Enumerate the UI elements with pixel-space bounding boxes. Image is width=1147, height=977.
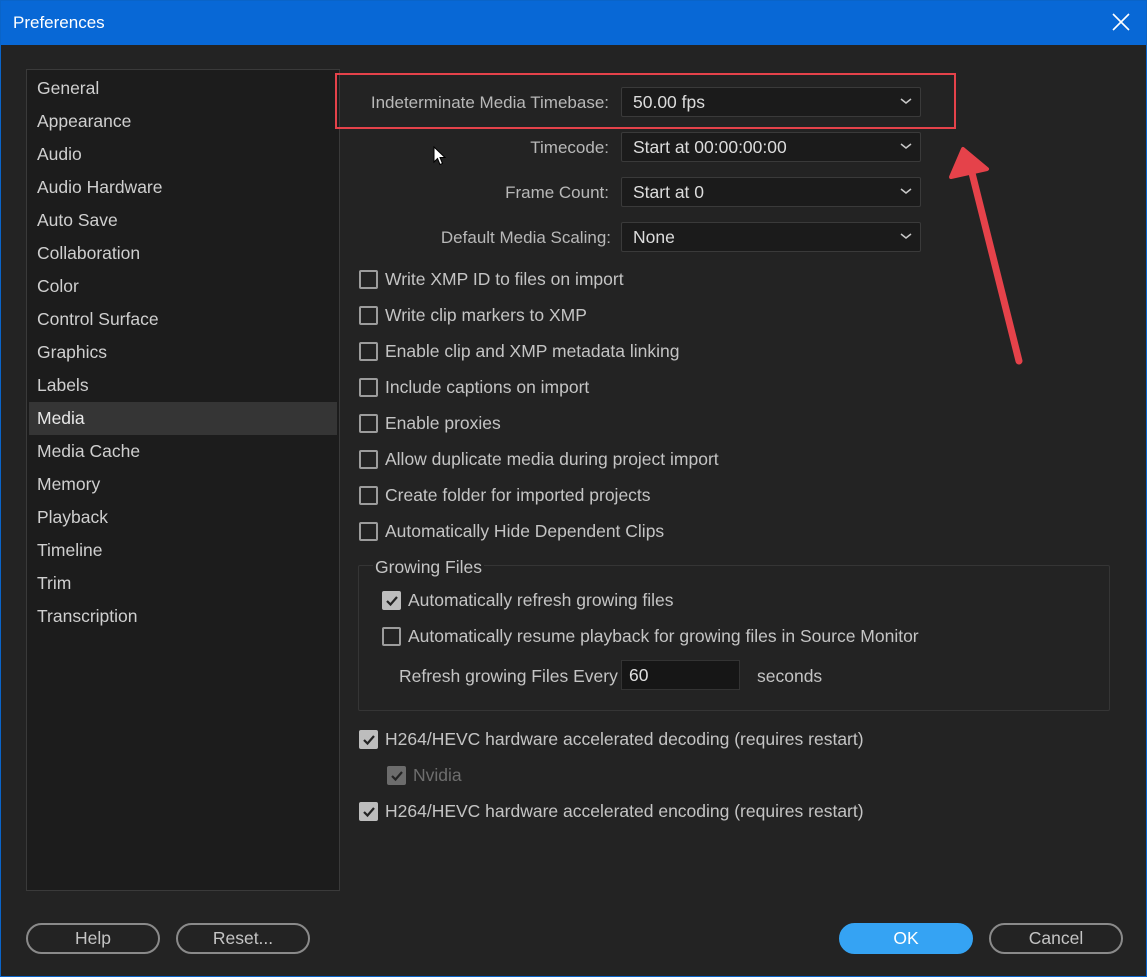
checkbox-box[interactable] (382, 591, 401, 610)
checkbox-box[interactable] (359, 522, 378, 541)
chevron-down-icon (900, 143, 912, 149)
checkmark-icon (391, 771, 403, 782)
sidebar-item-media[interactable]: Media (29, 402, 337, 435)
checkbox-box[interactable] (359, 414, 378, 433)
sidebar-item-audio-hardware[interactable]: Audio Hardware (29, 171, 337, 204)
sidebar-item-graphics[interactable]: Graphics (29, 336, 337, 369)
checkbox-label: Create folder for imported projects (385, 485, 651, 505)
title-bar: Preferences (1, 1, 1146, 45)
sidebar-item-control-surface[interactable]: Control Surface (29, 303, 337, 336)
scaling-value: None (633, 227, 675, 247)
refresh-interval-label: Refresh growing Files Every (399, 666, 618, 686)
sidebar-item-appearance[interactable]: Appearance (29, 105, 337, 138)
timecode-dropdown[interactable]: Start at 00:00:00:00 (621, 132, 921, 162)
reset-button[interactable]: Reset... (176, 923, 310, 954)
sidebar-item-media-cache[interactable]: Media Cache (29, 435, 337, 468)
preferences-window: Preferences General Appearance Audio Aud… (0, 0, 1147, 977)
frame-count-value: Start at 0 (633, 182, 705, 202)
growing-files-title: Growing Files (373, 557, 484, 578)
refresh-interval-input[interactable]: 60 (621, 660, 740, 690)
annotation-highlight-box (335, 73, 956, 129)
frame-count-label: Frame Count: (505, 183, 609, 202)
checkbox-label: Enable proxies (385, 413, 501, 433)
preferences-sidebar: General Appearance Audio Audio Hardware … (26, 69, 340, 891)
timecode-value: Start at 00:00:00:00 (633, 137, 787, 157)
scaling-dropdown[interactable]: None (621, 222, 921, 252)
checkbox-label: Automatically Hide Dependent Clips (385, 521, 665, 541)
checkbox-box[interactable] (359, 450, 378, 469)
timecode-label: Timecode: (530, 138, 609, 157)
sidebar-item-general[interactable]: General (29, 72, 337, 105)
chevron-down-icon (900, 188, 912, 194)
checkbox-label: Automatically refresh growing files (408, 590, 674, 610)
frame-count-dropdown[interactable]: Start at 0 (621, 177, 921, 207)
sidebar-item-collaboration[interactable]: Collaboration (29, 237, 337, 270)
checkbox-label: Nvidia (413, 765, 462, 785)
sidebar-item-audio[interactable]: Audio (29, 138, 337, 171)
checkbox-box[interactable] (359, 378, 378, 397)
chevron-down-icon (900, 233, 912, 239)
checkmark-icon (363, 807, 375, 818)
checkbox-box[interactable] (359, 270, 378, 289)
checkbox-box[interactable] (359, 342, 378, 361)
sidebar-item-playback[interactable]: Playback (29, 501, 337, 534)
sidebar-item-color[interactable]: Color (29, 270, 337, 303)
sidebar-item-timeline[interactable]: Timeline (29, 534, 337, 567)
sidebar-item-transcription[interactable]: Transcription (29, 600, 337, 633)
checkbox-label: Enable clip and XMP metadata linking (385, 341, 680, 361)
scaling-label: Default Media Scaling: (440, 228, 611, 247)
checkbox-label: H264/HEVC hardware accelerated decoding … (385, 729, 864, 749)
checkbox-box[interactable] (359, 802, 378, 821)
checkbox-label: Write XMP ID to files on import (385, 269, 624, 289)
checkbox-label: Automatically resume playback for growin… (408, 626, 919, 646)
sidebar-item-labels[interactable]: Labels (29, 369, 337, 402)
checkbox-box (387, 766, 406, 785)
checkbox-box[interactable] (382, 627, 401, 646)
checkbox-box[interactable] (359, 730, 378, 749)
help-button[interactable]: Help (26, 923, 160, 954)
checkbox-label: Write clip markers to XMP (385, 305, 587, 325)
refresh-interval-unit: seconds (757, 666, 823, 686)
ok-button[interactable]: OK (839, 923, 973, 954)
sidebar-item-trim[interactable]: Trim (29, 567, 337, 600)
mouse-cursor-icon (433, 146, 447, 166)
annotation-arrow-icon (949, 147, 1023, 365)
checkbox-label: Include captions on import (385, 377, 590, 397)
checkbox-label: Allow duplicate media during project imp… (385, 449, 719, 469)
checkmark-icon (363, 735, 375, 746)
sidebar-item-auto-save[interactable]: Auto Save (29, 204, 337, 237)
checkbox-label: H264/HEVC hardware accelerated encoding … (385, 801, 864, 821)
sidebar-item-memory[interactable]: Memory (29, 468, 337, 501)
close-icon[interactable] (1110, 11, 1132, 33)
checkmark-icon (386, 596, 398, 607)
window-title: Preferences (13, 13, 105, 32)
checkbox-box[interactable] (359, 306, 378, 325)
cancel-button[interactable]: Cancel (989, 923, 1123, 954)
checkbox-box[interactable] (359, 486, 378, 505)
